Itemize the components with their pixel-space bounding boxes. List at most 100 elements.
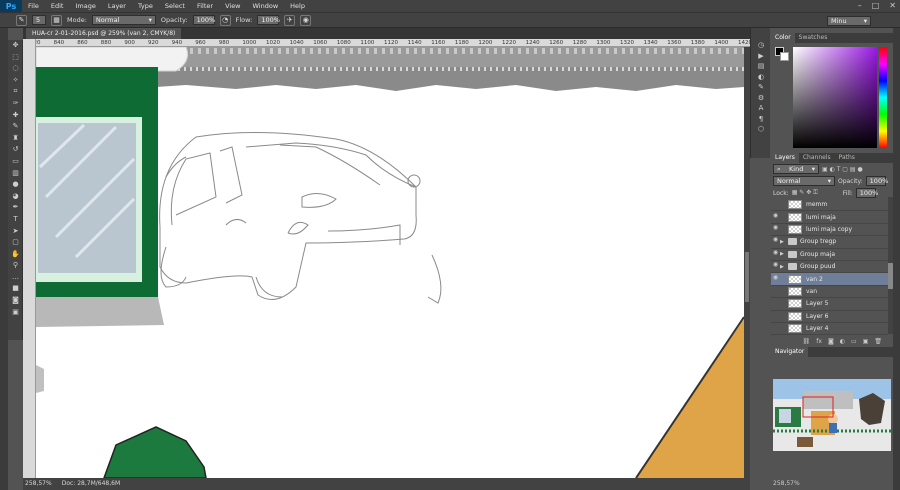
- zoom-icon[interactable]: ⚲: [8, 260, 23, 272]
- eye-icon[interactable]: ◉: [771, 212, 780, 223]
- mode-select[interactable]: Normal ▾: [91, 15, 156, 25]
- hand-icon[interactable]: ✋: [8, 249, 23, 261]
- layer-row[interactable]: ◉ lumi maja copy: [771, 224, 888, 237]
- color-picker-field[interactable]: [793, 47, 877, 148]
- clone-source-icon[interactable]: ⚙: [751, 93, 771, 104]
- layer-row[interactable]: ◉ van 2: [771, 273, 888, 286]
- mask-icon[interactable]: ◙: [828, 337, 834, 346]
- quickmask-icon[interactable]: ◙: [8, 295, 23, 307]
- tab-paths[interactable]: Paths: [835, 153, 859, 163]
- healing-icon[interactable]: ✚: [8, 110, 23, 122]
- layer-row[interactable]: ◉ lumi maja: [771, 211, 888, 224]
- eye-icon[interactable]: ◉: [771, 249, 780, 260]
- eye-icon[interactable]: ◉: [771, 224, 780, 235]
- layer-row[interactable]: ◉ ▶ Group tregp: [771, 236, 888, 249]
- navigator-zoom[interactable]: 258,57%: [773, 480, 800, 487]
- minimize-button[interactable]: –: [858, 1, 862, 10]
- gradient-icon[interactable]: ▥: [8, 168, 23, 180]
- screenmode-icon[interactable]: ▣: [8, 307, 23, 319]
- layer-row[interactable]: van: [771, 286, 888, 299]
- menu-select[interactable]: Select: [159, 0, 191, 12]
- tab-navigator[interactable]: Navigator: [771, 347, 809, 357]
- new-group-icon[interactable]: ▭: [851, 337, 857, 346]
- layer-row[interactable]: Layer 5: [771, 298, 888, 311]
- actions-icon[interactable]: ▶: [751, 51, 771, 62]
- history-icon[interactable]: ◷: [751, 40, 771, 51]
- workspace-select[interactable]: Minu ▾: [827, 16, 871, 26]
- chevron-right-icon[interactable]: ▶: [780, 251, 786, 257]
- marquee-icon[interactable]: ⬚: [8, 52, 23, 64]
- fill-field[interactable]: 100%: [855, 188, 878, 198]
- size-pressure-icon[interactable]: ◉: [300, 14, 312, 26]
- dodge-icon[interactable]: ◕: [8, 191, 23, 203]
- brush-icon[interactable]: ✎: [8, 121, 23, 133]
- crop-icon[interactable]: ⌗: [8, 86, 23, 98]
- type-icon[interactable]: T: [8, 214, 23, 226]
- eye-hidden-icon[interactable]: [771, 298, 780, 309]
- menu-help[interactable]: Help: [284, 0, 311, 12]
- eye-hidden-icon[interactable]: [771, 286, 780, 297]
- layer-row[interactable]: memm: [771, 199, 888, 212]
- layer-row[interactable]: ◉ ▶ Group puud: [771, 261, 888, 274]
- layer-row[interactable]: ◉ ▶ Group maja: [771, 249, 888, 261]
- layer-row[interactable]: Layer 4: [771, 323, 888, 336]
- filter-icons[interactable]: ▣ ◐ T ▢ ▤ ●: [822, 166, 863, 173]
- paragraph-icon[interactable]: ¶: [751, 114, 771, 125]
- character-icon[interactable]: A: [751, 103, 771, 114]
- history-brush-icon[interactable]: ↺: [8, 144, 23, 156]
- lasso-icon[interactable]: ◌: [8, 63, 23, 75]
- chevron-right-icon[interactable]: ▶: [780, 264, 786, 270]
- layer-row[interactable]: Layer 6: [771, 311, 888, 323]
- stamp-icon[interactable]: ♜: [8, 133, 23, 145]
- eye-icon[interactable]: ◉: [771, 261, 780, 272]
- document-tab[interactable]: HUA-cr 2-01-2016.psd @ 259% (van 2, CMYK…: [26, 28, 182, 39]
- close-button[interactable]: ✕: [889, 1, 896, 10]
- scroll-thumb[interactable]: [745, 252, 749, 302]
- eraser-icon[interactable]: ▭: [8, 156, 23, 168]
- tab-color[interactable]: Color: [771, 33, 795, 43]
- eye-icon[interactable]: ◉: [771, 274, 780, 285]
- adjustments-icon[interactable]: ◐: [751, 72, 771, 83]
- edit-toolbar-icon[interactable]: …: [8, 272, 23, 284]
- pen-icon[interactable]: ✒: [8, 202, 23, 214]
- menu-image[interactable]: Image: [69, 0, 101, 12]
- flow-field[interactable]: 100%: [257, 15, 280, 25]
- layer-filter-select[interactable]: ⌕ Kind ▾: [773, 164, 819, 174]
- eye-icon[interactable]: ◉: [771, 236, 780, 247]
- background-swatch[interactable]: [780, 52, 789, 61]
- menu-window[interactable]: Window: [247, 0, 285, 12]
- tab-swatches[interactable]: Swatches: [795, 33, 832, 43]
- brush-size-field[interactable]: 5: [32, 15, 46, 25]
- zoom-level[interactable]: 258,57%: [25, 478, 52, 490]
- blur-icon[interactable]: ●: [8, 179, 23, 191]
- menu-layer[interactable]: Layer: [102, 0, 132, 12]
- brush-preset-icon[interactable]: ✎: [16, 14, 27, 26]
- eye-hidden-icon[interactable]: [771, 323, 780, 334]
- menu-file[interactable]: File: [22, 0, 45, 12]
- trash-icon[interactable]: 🗑: [874, 337, 882, 346]
- tab-layers[interactable]: Layers: [771, 153, 799, 163]
- brush-presets-icon[interactable]: ✎: [751, 82, 771, 93]
- opacity-field[interactable]: 100%: [192, 15, 215, 25]
- airbrush-icon[interactable]: ✈: [284, 14, 296, 26]
- eye-hidden-icon[interactable]: [771, 199, 780, 210]
- app-logo[interactable]: Ps: [0, 0, 22, 12]
- tool-presets-icon[interactable]: ⬡: [751, 124, 771, 135]
- tab-channels[interactable]: Channels: [799, 153, 835, 163]
- fx-icon[interactable]: fx: [816, 337, 822, 346]
- eyedropper-icon[interactable]: ✑: [8, 98, 23, 110]
- menu-view[interactable]: View: [219, 0, 246, 12]
- properties-icon[interactable]: ▤: [751, 61, 771, 72]
- menu-type[interactable]: Type: [132, 0, 159, 12]
- hue-slider[interactable]: [879, 47, 887, 148]
- layer-opacity-field[interactable]: 100%: [865, 176, 888, 186]
- path-select-icon[interactable]: ➤: [8, 226, 23, 238]
- shape-icon[interactable]: ▢: [8, 237, 23, 249]
- menu-filter[interactable]: Filter: [191, 0, 219, 12]
- link-icon[interactable]: ⛓: [803, 337, 811, 346]
- menu-edit[interactable]: Edit: [45, 0, 70, 12]
- brush-panel-icon[interactable]: ▦: [51, 14, 62, 26]
- move-icon[interactable]: ✥: [8, 40, 23, 52]
- blend-mode-select[interactable]: Normal ▾: [773, 176, 835, 186]
- maximize-button[interactable]: □: [872, 1, 880, 10]
